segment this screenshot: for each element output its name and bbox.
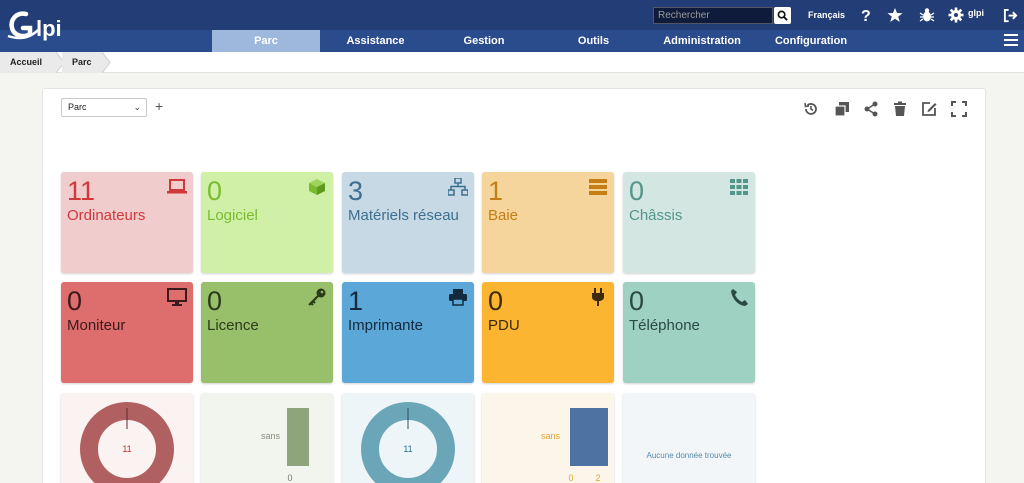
bar-chart: sans 0 2 <box>541 408 608 483</box>
card-label: Logiciel <box>207 207 258 224</box>
trash-icon[interactable] <box>892 101 908 117</box>
breadcrumb-home[interactable]: Accueil <box>0 52 56 73</box>
menu-administration[interactable]: Administration <box>648 30 756 52</box>
donut-center-label: 11 <box>122 444 131 454</box>
network-icon <box>448 178 468 196</box>
card-network-equipment[interactable]: 3 Matériels réseau <box>342 172 474 273</box>
laptop-icon <box>167 179 187 194</box>
bar-label: sans <box>541 431 561 441</box>
card-rack[interactable]: 1 Baie <box>482 172 614 273</box>
menu-gestion[interactable]: Gestion <box>430 30 538 52</box>
card-phones[interactable]: 0 Téléphone <box>623 282 755 383</box>
phone-icon <box>731 289 748 306</box>
card-label: PDU <box>488 317 520 334</box>
card-licenses[interactable]: 0 Licence <box>201 282 333 383</box>
gear-icon[interactable] <box>947 6 965 24</box>
breadcrumb-separator <box>102 52 111 73</box>
search-button[interactable] <box>774 7 791 24</box>
donut-chart: 11 <box>80 402 174 483</box>
graph-chassis-empty[interactable]: Aucune donnée trouvée <box>623 393 755 483</box>
language-selector[interactable]: Français <box>808 10 845 20</box>
card-count: 0 <box>488 286 504 316</box>
card-count: 1 <box>348 286 364 316</box>
card-count: 1 <box>488 176 504 206</box>
axis-label: 0 <box>287 473 292 483</box>
menu-configuration[interactable]: Configuration <box>756 30 866 52</box>
graph-network-donut[interactable]: 11 <box>342 393 474 483</box>
card-count: 0 <box>629 176 645 206</box>
search-input[interactable]: Rechercher <box>653 7 773 24</box>
card-label: Imprimante <box>348 317 424 334</box>
monitor-icon <box>167 288 187 306</box>
card-count: 11 <box>67 176 96 206</box>
grid-icon <box>730 179 748 195</box>
logout-icon[interactable] <box>1001 6 1019 24</box>
user-menu[interactable]: glpi <box>968 8 984 18</box>
card-label: Téléphone <box>629 317 700 334</box>
card-count: 0 <box>629 286 645 316</box>
menu-parc[interactable]: Parc <box>212 30 320 52</box>
bar-chart: sans 0 <box>261 408 309 483</box>
help-icon[interactable]: ? <box>857 6 875 24</box>
graph-rack-bar[interactable]: sans 0 2 <box>482 393 614 483</box>
server-icon <box>589 179 607 195</box>
history-icon[interactable] <box>803 101 819 117</box>
plug-icon <box>592 288 604 306</box>
card-label: Châssis <box>629 207 683 224</box>
card-label: Licence <box>207 317 259 334</box>
bar <box>570 408 608 466</box>
add-dashboard-icon[interactable]: + <box>155 98 163 114</box>
bar <box>287 408 309 466</box>
edit-icon[interactable] <box>921 101 937 117</box>
card-software[interactable]: 0 Logiciel <box>201 172 333 273</box>
chevron-down-icon: ⌄ <box>133 102 141 112</box>
svg-text:?: ? <box>861 8 871 23</box>
bug-icon[interactable] <box>918 6 936 24</box>
share-icon[interactable] <box>863 101 879 117</box>
breadcrumb <box>0 52 1024 73</box>
bar-label: sans <box>261 431 281 441</box>
search-icon <box>777 10 788 21</box>
card-count: 3 <box>348 176 364 206</box>
axis-label-end: 2 <box>595 473 600 483</box>
menu-assistance[interactable]: Assistance <box>322 30 429 52</box>
card-monitors[interactable]: 0 Moniteur <box>61 282 193 383</box>
card-chassis[interactable]: 0 Châssis <box>623 172 755 273</box>
card-label: Ordinateurs <box>67 207 146 224</box>
no-data-message: Aucune donnée trouvée <box>646 451 732 460</box>
star-icon[interactable] <box>886 6 904 24</box>
card-count: 0 <box>207 176 223 206</box>
card-label: Baie <box>488 207 519 224</box>
graph-computers-donut[interactable]: 11 <box>61 393 193 483</box>
card-count: 0 <box>207 286 223 316</box>
card-label: Moniteur <box>67 317 126 334</box>
card-pdu[interactable]: 0 PDU <box>482 282 614 383</box>
menu-outils[interactable]: Outils <box>540 30 647 52</box>
key-icon <box>308 288 326 306</box>
dashboard-select[interactable]: Parc ⌄ <box>61 98 147 117</box>
menu-toggle-icon[interactable] <box>1004 33 1018 47</box>
glpi-logo[interactable]: lpi <box>6 6 78 46</box>
cube-icon <box>309 179 325 195</box>
card-computers[interactable]: 11 Ordinateurs <box>61 172 193 273</box>
axis-label-start: 0 <box>568 473 573 483</box>
clone-icon[interactable] <box>834 101 850 117</box>
breadcrumb-parc[interactable]: Parc <box>62 52 102 73</box>
donut-chart: 11 <box>361 402 455 483</box>
graph-software-bar[interactable]: sans 0 <box>201 393 333 483</box>
card-count: 0 <box>67 286 83 316</box>
card-printers[interactable]: 1 Imprimante <box>342 282 474 383</box>
card-label: Matériels réseau <box>348 207 459 224</box>
dashboard-select-value: Parc <box>68 102 87 112</box>
fullscreen-icon[interactable] <box>951 101 967 117</box>
printer-icon <box>449 289 467 306</box>
donut-center-label: 11 <box>403 444 412 454</box>
svg-text:lpi: lpi <box>36 16 62 41</box>
